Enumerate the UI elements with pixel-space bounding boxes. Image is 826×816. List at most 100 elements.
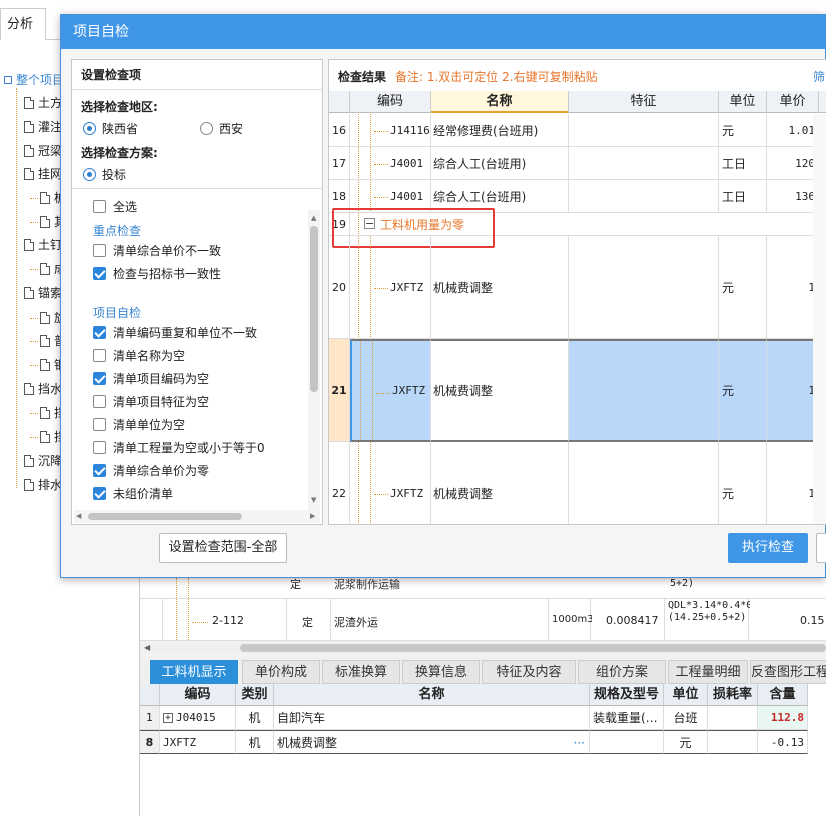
table-cell[interactable]: 装载重量(… [590,706,664,730]
table-cell[interactable]: 机 [236,730,274,754]
cell-text: 元 [679,736,692,750]
row-number[interactable]: 22 [329,442,350,524]
feature-cell[interactable] [569,114,719,147]
scheme-radio-bid[interactable]: 投标 [83,166,126,183]
run-check-button[interactable]: 执行检查 [728,533,808,563]
check-item[interactable]: 清单综合单价不一致 [93,242,221,259]
price-cell[interactable]: 136 [767,180,819,213]
expand-icon[interactable]: + [163,713,173,723]
row-number[interactable]: 16 [329,114,350,147]
bottom-tab[interactable]: 组价方案 [578,660,666,684]
table-cell[interactable]: + J04015 [160,706,236,730]
name-cell[interactable]: 综合人工(台班用) [431,147,569,180]
code-cell[interactable]: J4001 [350,147,431,180]
code-text: JXFTZ [390,486,424,500]
region-label: 选择检查地区: [81,100,158,114]
more-icon[interactable]: ··· [574,731,585,753]
tree-branch [30,198,38,199]
bottom-tab[interactable]: 反查图形工程 [750,660,826,684]
unit-cell[interactable]: 元 [719,114,767,147]
row-number[interactable]: 20 [329,236,350,339]
check-list-hscrollbar[interactable]: ◀ ▶ [74,510,320,523]
name-cell[interactable]: 机械费调整 [431,442,569,524]
table-cell[interactable]: 112.8 [758,706,808,730]
price-cell[interactable]: 1 [767,236,819,339]
check-item[interactable]: 清单项目特征为空 [93,393,209,410]
bottom-tab[interactable]: 工程量明细 [668,660,748,684]
table-cell[interactable]: -0.13 [758,730,808,754]
set-scope-button[interactable]: 设置检查范围-全部 [159,533,287,563]
bg-row-unit: 1000m3 [552,614,592,625]
dialog-title[interactable]: 项目自检 [61,15,826,49]
table-cell[interactable] [708,730,758,754]
table-cell[interactable]: 元 [664,730,708,754]
table-cell[interactable]: 8 [140,730,160,754]
radio-label: 投标 [102,168,127,182]
check-item[interactable]: 清单单位为空 [93,416,185,433]
check-list-vscrollbar[interactable]: ▲ ▼ [308,210,320,510]
price-cell[interactable]: 1.01 [767,114,819,147]
feature-cell[interactable] [569,236,719,339]
bottom-tab[interactable]: 单价构成 [242,660,320,684]
code-cell[interactable]: J14116 [350,114,431,147]
bottom-tab[interactable]: 标准换算 [322,660,400,684]
code-text: J14116 [390,123,430,137]
tree-branch [374,163,388,165]
name-cell[interactable]: 经常修理费(台班用) [431,114,569,147]
feature-cell[interactable] [569,442,719,524]
unit-cell[interactable]: 元 [719,442,767,524]
tree-guide-line [370,147,371,179]
check-item[interactable]: 清单项目编码为空 [93,370,209,387]
table-cell[interactable] [708,706,758,730]
check-item[interactable]: 检查与招标书一致性 [93,265,221,282]
result-vscrollbar[interactable] [813,114,826,524]
bottom-tab[interactable]: 换算信息 [402,660,480,684]
check-item[interactable]: 清单编码重复和单位不一致 [93,324,257,341]
table-cell[interactable] [590,730,664,754]
filter-link[interactable]: 筛 [813,68,825,85]
tree-item[interactable]: 土钉 [24,235,62,255]
select-all-checkbox[interactable]: 全选 [93,198,137,215]
table-cell[interactable]: 机械费调整 ··· [274,730,590,754]
cell-text: 112.8 [770,711,804,724]
tree-item[interactable]: 冠梁 [24,141,62,161]
bottom-tab[interactable]: 特征及内容 [482,660,576,684]
table-cell[interactable]: 机 [236,706,274,730]
code-cell[interactable]: JXFTZ [350,236,431,339]
price-cell[interactable]: 120 [767,147,819,180]
tab-analysis[interactable]: 分析 [0,8,46,40]
check-item[interactable]: 清单名称为空 [93,347,185,364]
price-cell[interactable]: 1 [767,339,819,442]
check-item[interactable]: 清单综合单价为零 [93,462,209,479]
price-cell[interactable]: 1 [767,442,819,524]
close-dialog-button[interactable] [816,533,826,563]
region-radio-xian[interactable]: 西安 [200,120,243,137]
tree-item[interactable]: 整个项目 [4,70,64,90]
code-cell[interactable]: JXFTZ [350,442,431,524]
region-radio-shaanxi[interactable]: 陕西省 [83,120,138,137]
unit-cell[interactable]: 工日 [719,180,767,213]
document-icon [40,335,50,347]
row-number[interactable]: 17 [329,147,350,180]
row-number[interactable]: 21 [329,339,350,442]
unit-cell[interactable]: 元 [719,339,767,442]
feature-cell[interactable] [569,147,719,180]
feature-cell[interactable] [569,180,719,213]
check-item[interactable]: 清单工程量为空或小于等于0 [93,439,265,456]
unit-cell[interactable]: 工日 [719,147,767,180]
check-item[interactable]: 未组价清单 [93,485,173,502]
table-cell[interactable]: 台班 [664,706,708,730]
unit-cell[interactable]: 元 [719,236,767,339]
code-cell[interactable]: JXFTZ [350,339,431,442]
table-cell[interactable]: 自卸汽车 [274,706,590,730]
bottom-tab[interactable]: 工料机显示 [150,660,238,684]
horizontal-scrollbar[interactable]: ◀ [140,640,826,654]
name-cell[interactable]: 机械费调整 [431,339,569,442]
table-cell[interactable]: 1 [140,706,160,730]
feature-cell[interactable] [569,339,719,442]
bg-row-name: 泥渣外运 [334,616,378,629]
table-cell[interactable]: JXFTZ [160,730,236,754]
checkbox-checked-icon [93,326,106,339]
tree-branch [30,413,38,414]
name-cell[interactable]: 机械费调整 [431,236,569,339]
